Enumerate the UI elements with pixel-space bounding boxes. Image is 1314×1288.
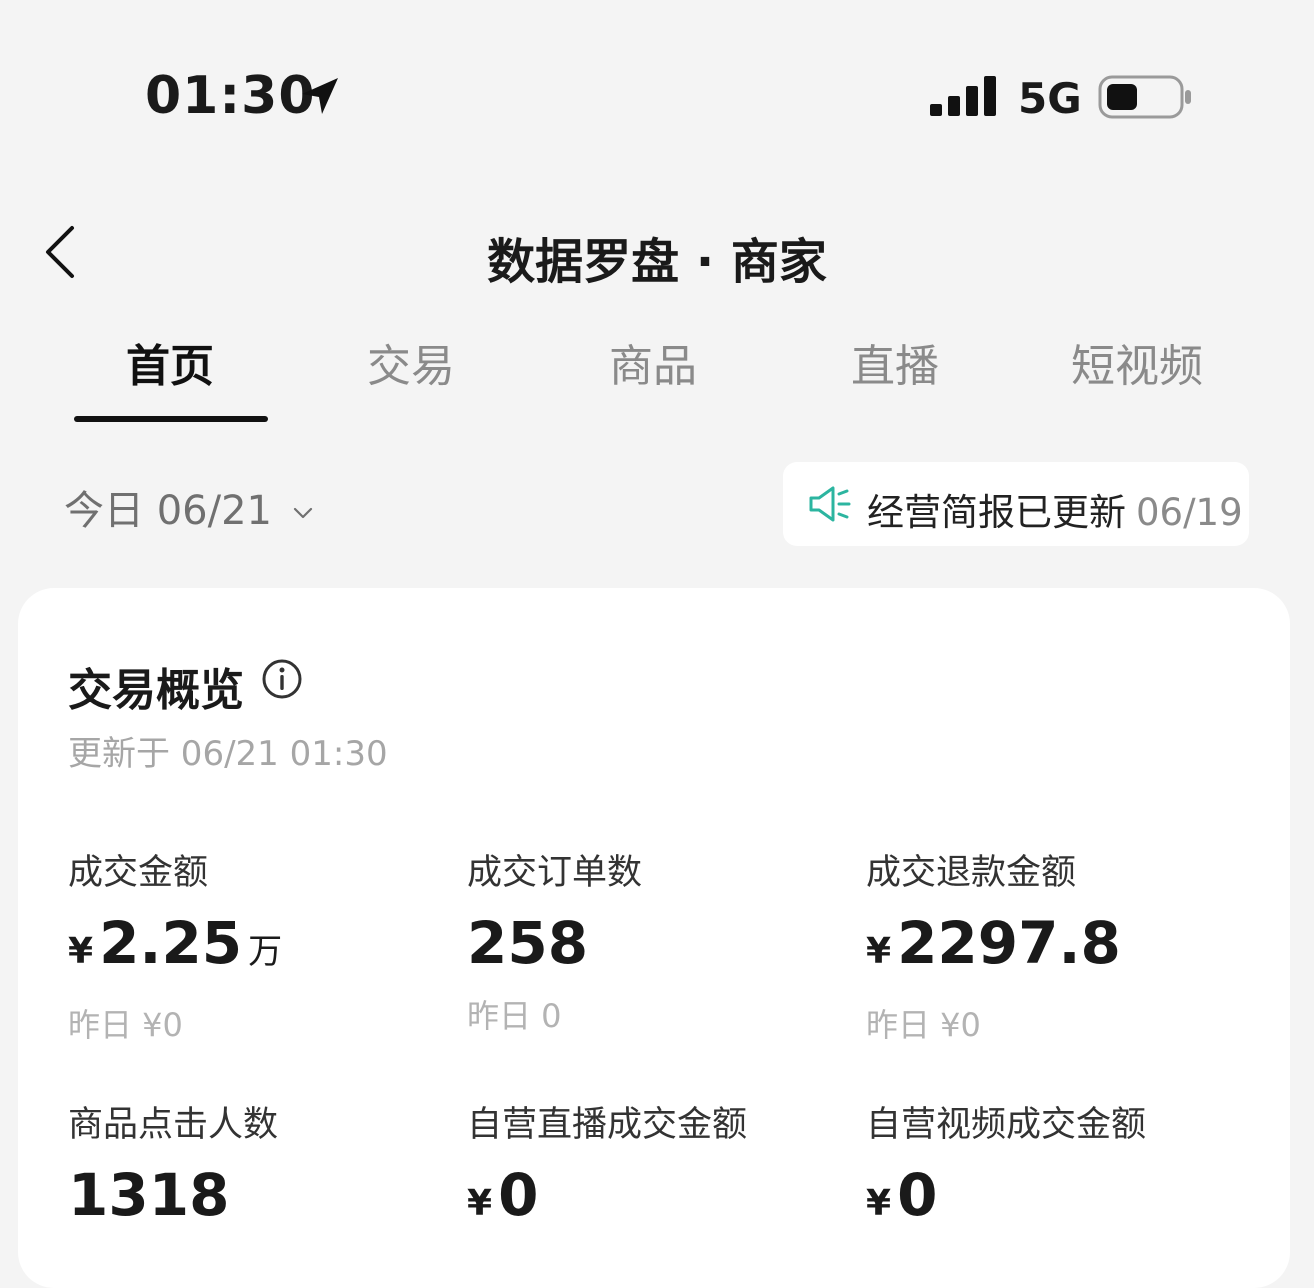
currency-symbol: ¥	[866, 1183, 892, 1224]
metric-product-clicks[interactable]: 商品点击人数 1318	[68, 1096, 468, 1227]
speaker-icon	[809, 486, 851, 522]
page-title: 数据罗盘 · 商家	[487, 234, 827, 290]
date-selector[interactable]: 今日 06/21	[64, 478, 315, 536]
tab-home[interactable]: 首页	[50, 330, 290, 394]
metric-unit: 万	[248, 932, 283, 972]
metric-refund[interactable]: 成交退款金额 ¥2297.8 昨日 ¥0	[866, 844, 1266, 1046]
metric-label: 商品点击人数	[68, 1105, 279, 1145]
trade-overview-card: 交易概览 更新于 06/21 01:30 成交金额 ¥2.25 万 昨日 ¥0 成…	[18, 588, 1290, 1288]
status-time: 01:30	[145, 66, 316, 126]
network-label: 5G	[1018, 74, 1082, 123]
tab-product[interactable]: 商品	[533, 330, 773, 394]
updated-timestamp: 更新于 06/21 01:30	[68, 734, 388, 774]
currency-symbol: ¥	[866, 931, 892, 972]
card-title: 交易概览	[68, 665, 244, 716]
report-text: 经营简报已更新	[867, 491, 1126, 534]
metric-label: 自营视频成交金额	[866, 1105, 1147, 1145]
metric-live-gmv[interactable]: 自营直播成交金额 ¥0	[467, 1096, 867, 1236]
chevron-down-icon	[293, 507, 312, 519]
metric-yesterday: 昨日 ¥0	[68, 1006, 183, 1044]
metric-value: 1318	[68, 1161, 230, 1229]
tab-live[interactable]: 直播	[775, 330, 1015, 394]
date-label: 今日 06/21	[64, 488, 272, 534]
report-date: 06/19	[1136, 491, 1243, 534]
active-tab-indicator	[74, 416, 268, 422]
currency-symbol: ¥	[467, 1183, 493, 1224]
tab-trade[interactable]: 交易	[291, 330, 531, 394]
metric-label: 成交订单数	[467, 853, 643, 893]
signal-icon	[930, 76, 996, 116]
metric-value: 258	[467, 909, 589, 977]
tab-short-video[interactable]: 短视频	[1017, 330, 1257, 394]
metric-gmv[interactable]: 成交金额 ¥2.25 万 昨日 ¥0	[68, 844, 468, 1046]
metric-value: 2.25	[99, 909, 243, 977]
battery-icon	[1098, 75, 1191, 119]
metric-label: 成交退款金额	[866, 853, 1077, 893]
metric-label: 自营直播成交金额	[467, 1105, 748, 1145]
metric-value: 0	[897, 1161, 938, 1229]
metric-yesterday: 昨日 ¥0	[866, 1006, 981, 1044]
metric-label: 成交金额	[68, 853, 209, 893]
metric-value: 0	[498, 1161, 539, 1229]
report-update-banner[interactable]: 经营简报已更新 06/19	[783, 462, 1249, 546]
metric-yesterday: 昨日 0	[467, 997, 562, 1035]
metric-orders[interactable]: 成交订单数 258 昨日 0	[467, 844, 867, 1037]
tab-bar: 首页 交易 商品 直播 短视频	[50, 330, 1264, 420]
metric-value: 2297.8	[897, 909, 1121, 977]
metric-video-gmv[interactable]: 自营视频成交金额 ¥0	[866, 1096, 1266, 1236]
currency-symbol: ¥	[68, 931, 94, 972]
info-icon[interactable]	[261, 658, 303, 700]
location-arrow-icon	[302, 78, 338, 114]
